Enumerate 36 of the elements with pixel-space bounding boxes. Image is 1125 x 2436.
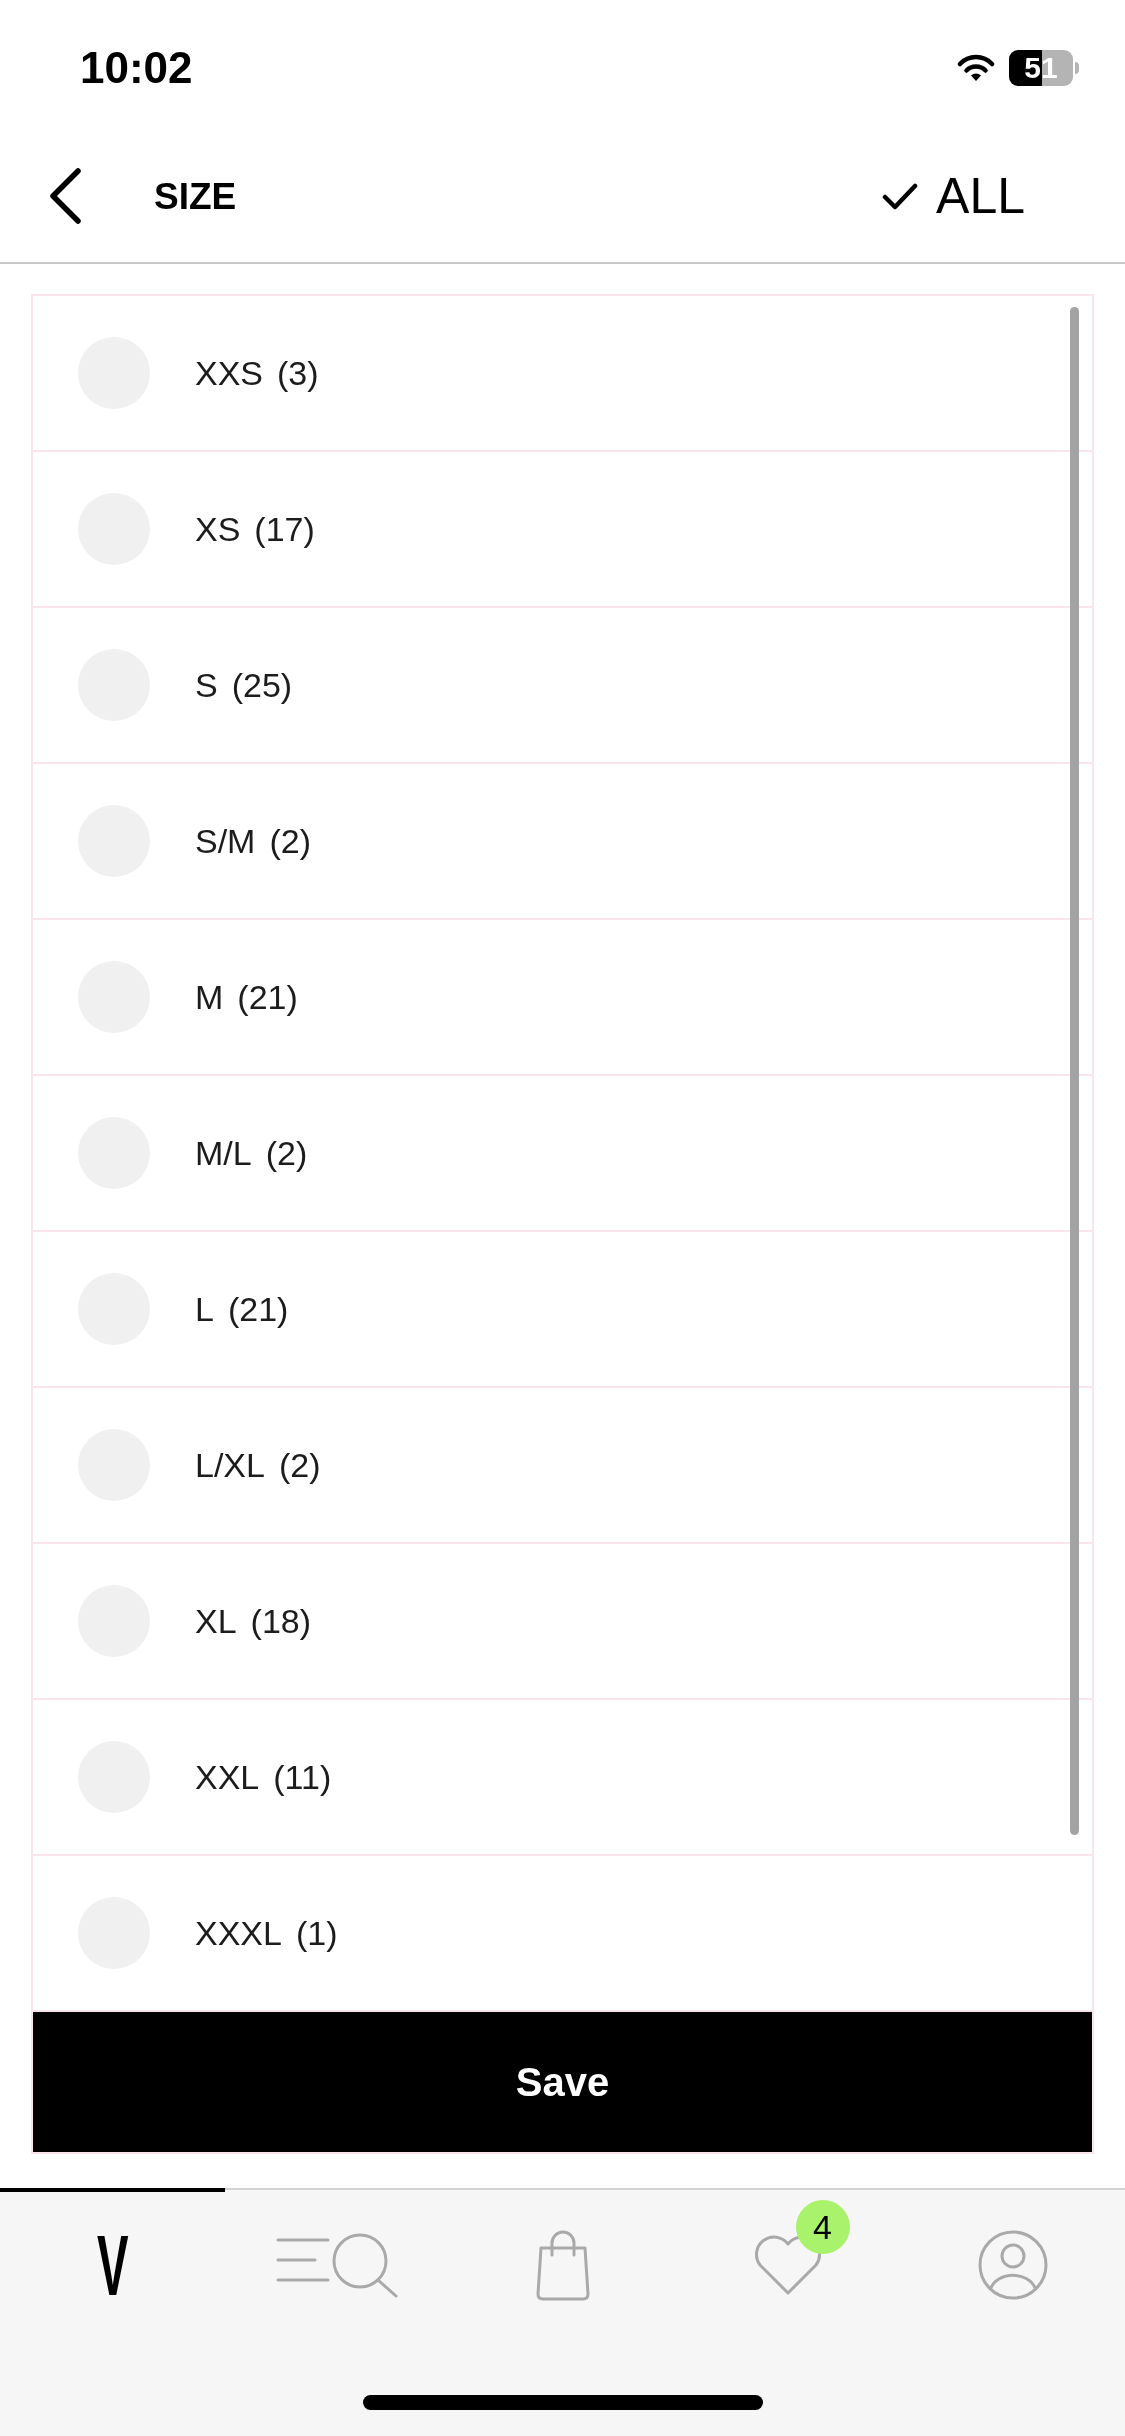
count-label: (3) [277,356,319,390]
count-label: (2) [265,1136,308,1170]
size-label: M [195,980,224,1014]
count-label: (21) [237,980,298,1014]
size-label: XXXL [195,1916,282,1950]
count-label: (2) [278,1448,321,1482]
status-time: 10:02 [80,46,193,90]
select-all-button[interactable]: ALL [882,171,1025,221]
shopping-bag-icon [534,2229,591,2301]
size-label: S [195,668,218,702]
menu-search-icon [276,2232,399,2298]
logo-tab[interactable]: V [0,2188,225,2338]
size-label: L [195,1292,214,1326]
wifi-icon [957,54,995,82]
user-circle-icon [977,2230,1048,2300]
count-label: (25) [231,668,293,702]
count-label: (21) [227,1292,289,1326]
count-label: (2) [269,824,311,858]
count-label: (11) [273,1760,332,1794]
count-badge: 4 [795,2200,850,2254]
size-label: XS [195,512,241,546]
count-label: (1) [295,1916,338,1950]
size-label: XL [195,1604,237,1638]
size-label: XXL [195,1760,260,1794]
count-label: (17) [254,512,315,546]
save-button[interactable]: Save [33,2012,1092,2152]
back-chevron-icon [47,167,83,225]
check-icon [882,182,919,210]
size-label: L/XL [195,1448,265,1482]
scrollbar-thumb[interactable] [1070,307,1079,1835]
page-title: SIZE [154,177,237,215]
size-label: XXS [195,356,264,390]
heart-tab[interactable]: 4 [675,2188,900,2338]
count-label: (18) [250,1604,312,1638]
size-label: M/L [195,1136,252,1170]
size-label: S/M [195,824,256,858]
